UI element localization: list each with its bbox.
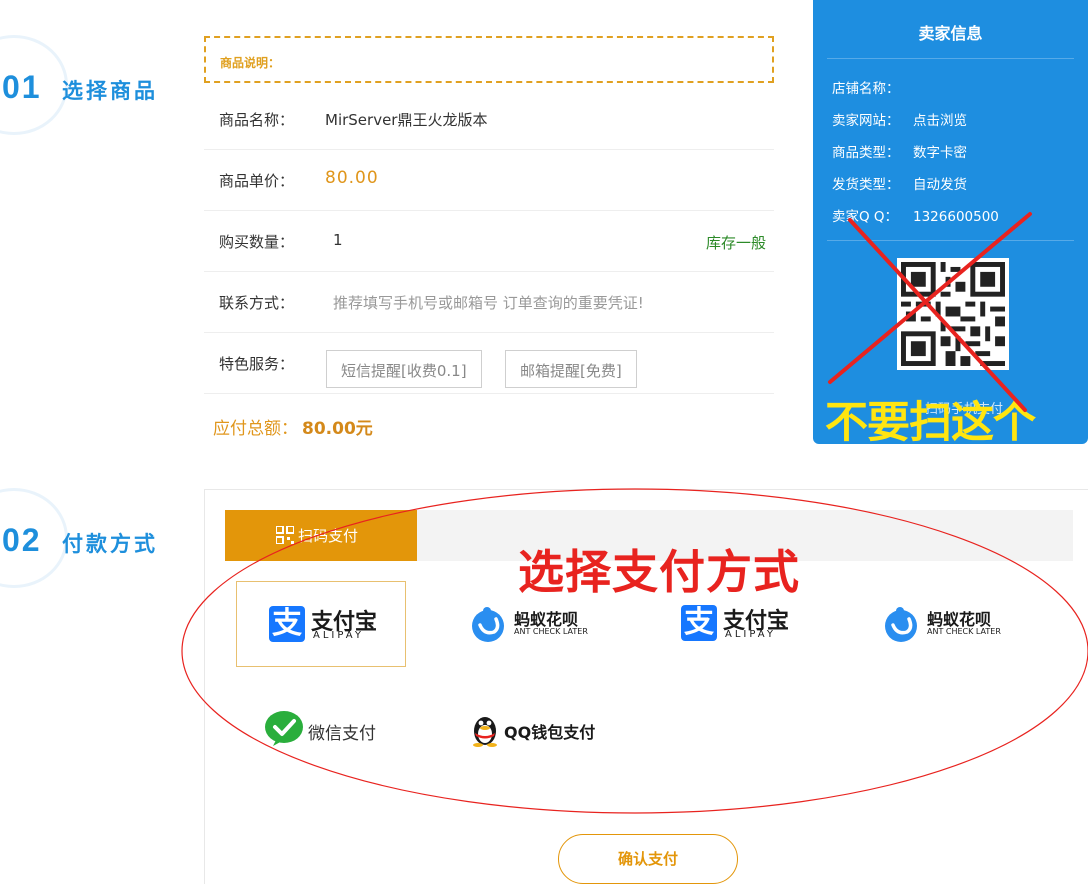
stock-status: 库存一般 <box>705 234 766 252</box>
total-value: 80.00元 <box>302 419 373 439</box>
quantity-label: 购买数量： <box>219 233 295 251</box>
seller-info-panel: 卖家信息 店铺名称： 卖家网站： 点击浏览 商品类型： 数字卡密 发货类型： 自动发货… <box>813 0 1088 448</box>
product-name-row: 商品名称： MirServer鼎王火龙版本 <box>204 89 774 150</box>
contact-input[interactable]: 推荐填写手机号或邮箱号 订单查询的重要凭证! <box>333 292 644 313</box>
alipay-name-en: ALIPAY <box>725 629 776 640</box>
seller-product-type: 商品类型： 数字卡密 <box>832 145 967 161</box>
step-title: 付款方式 <box>62 532 158 556</box>
qr-pattern <box>901 262 1005 366</box>
product-name-label: 商品名称： <box>219 111 295 129</box>
alipay-name-en: ALIPAY <box>313 630 364 641</box>
wechat-pay-name: 微信支付 <box>308 724 376 744</box>
step-01: 01 选择商品 <box>0 35 190 135</box>
quantity-input[interactable]: 1 <box>333 231 343 249</box>
qq-wallet-name: QQ钱包支付 <box>504 723 596 742</box>
product-price-row: 商品单价： 80.00 <box>204 150 774 211</box>
seller-title: 卖家信息 <box>918 24 983 43</box>
tab-scan-pay[interactable]: 扫码支付 <box>225 510 417 561</box>
alipay-logo-icon: 支 <box>681 605 717 641</box>
payment-option-huabei[interactable]: 蚂蚁花呗 ANT CHECK LATER <box>450 581 620 667</box>
product-name-value: MirServer鼎王火龙版本 <box>325 111 488 129</box>
huabei-logo-icon <box>472 607 504 642</box>
payment-option-alipay[interactable]: 支 支付宝 ALIPAY <box>236 581 406 667</box>
divider <box>827 58 1074 59</box>
total-amount: 应付总额： 80.00元 <box>213 414 373 439</box>
contact-label: 联系方式： <box>219 294 295 312</box>
tab-label: 扫码支付 <box>298 527 359 545</box>
quantity-row: 购买数量： 1 库存一般 <box>204 211 774 272</box>
payment-option-wechat[interactable]: 微信支付 <box>236 686 406 772</box>
huabei-logo-icon <box>885 607 917 642</box>
services-row: 特色服务： 短信提醒[收费0.1] 邮箱提醒[免费] <box>204 333 774 394</box>
step-title: 选择商品 <box>62 79 158 103</box>
seller-shop-name: 店铺名称： <box>832 81 900 97</box>
alipay-logo-icon: 支 <box>269 606 305 642</box>
qr-icon <box>276 526 294 544</box>
services-label: 特色服务： <box>219 355 295 373</box>
seller-website-link[interactable]: 点击浏览 <box>913 113 967 129</box>
wechat-check-icon <box>265 711 303 746</box>
seller-delivery-type: 发货类型： 自动发货 <box>832 177 967 193</box>
product-price-label: 商品单价： <box>219 172 295 190</box>
contact-row: 联系方式： 推荐填写手机号或邮箱号 订单查询的重要凭证! <box>204 272 774 333</box>
step-number: 02 <box>2 522 42 558</box>
sms-reminder-button[interactable]: 短信提醒[收费0.1] <box>326 350 482 388</box>
description-label: 商品说明： <box>220 56 281 70</box>
email-reminder-button[interactable]: 邮箱提醒[免费] <box>505 350 637 388</box>
payment-option-qq-wallet[interactable]: QQ钱包支付 <box>450 686 620 772</box>
divider <box>827 240 1074 241</box>
seller-qr-code <box>897 258 1009 370</box>
seller-website: 卖家网站： 点击浏览 <box>832 113 967 129</box>
huabei-name-en: ANT CHECK LATER <box>927 627 1001 636</box>
step-number: 01 <box>2 69 42 105</box>
step-02: 02 付款方式 <box>0 488 190 588</box>
payment-option-huabei[interactable]: 蚂蚁花呗 ANT CHECK LATER <box>863 581 1033 667</box>
huabei-name-en: ANT CHECK LATER <box>514 627 588 636</box>
do-not-scan-warning: 不要扫这个 <box>825 398 1036 448</box>
total-label: 应付总额： <box>213 419 298 439</box>
payment-section: 扫码支付 选择支付方式 支 支付宝 ALIPAY 蚂蚁花呗 ANT CHECK … <box>204 489 1088 884</box>
payment-option-alipay[interactable]: 支 支付宝 ALIPAY <box>649 581 819 667</box>
qq-penguin-icon <box>473 717 497 747</box>
seller-qq: 卖家Q Q： 1326600500 <box>832 209 999 225</box>
product-price-value: 80.00 <box>325 168 379 188</box>
product-description-box: 商品说明： <box>204 36 774 83</box>
confirm-payment-button[interactable]: 确认支付 <box>558 834 738 884</box>
